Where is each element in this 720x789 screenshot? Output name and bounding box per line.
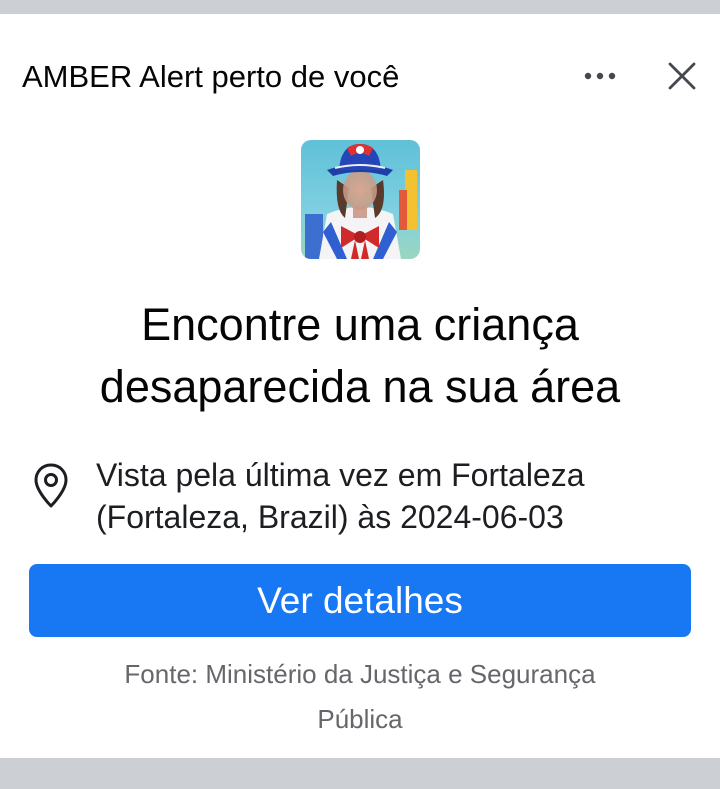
headline-line-1: Encontre uma criança	[141, 299, 579, 350]
alert-title: AMBER Alert perto de você	[22, 59, 400, 94]
source-line-2: Pública	[317, 704, 403, 734]
amber-alert-card: AMBER Alert perto de você Encontre uma c…	[0, 14, 720, 758]
close-icon	[668, 62, 696, 90]
child-photo-image	[301, 140, 420, 259]
more-horizontal-icon	[584, 72, 616, 80]
location-line-2: (Fortaleza, Brazil) às 2024-06-03	[96, 499, 564, 535]
last-seen-location: Vista pela última vez em Fortaleza (Fort…	[96, 454, 696, 538]
source-line-1: Fonte: Ministério da Justiça e Segurança	[124, 659, 596, 689]
close-button[interactable]	[660, 54, 704, 98]
headline: Encontre uma criança desaparecida na sua…	[40, 294, 680, 418]
location-line-1: Vista pela última vez em Fortaleza	[96, 457, 585, 493]
location-pin-icon	[33, 462, 69, 510]
headline-line-2: desaparecida na sua área	[99, 361, 621, 412]
source-attribution: Fonte: Ministério da Justiça e Segurança…	[60, 652, 660, 742]
more-options-button[interactable]	[578, 54, 622, 98]
child-photo[interactable]	[301, 140, 420, 259]
view-details-button[interactable]: Ver detalhes	[29, 564, 691, 637]
